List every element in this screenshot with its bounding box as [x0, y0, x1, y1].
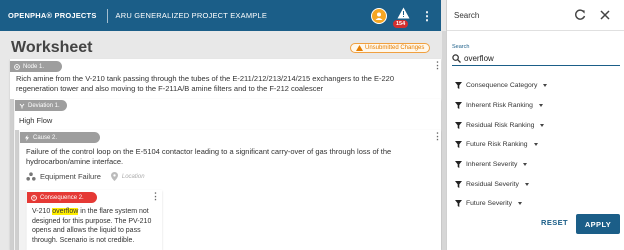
filter-icon	[455, 121, 462, 129]
chevron-down-icon	[538, 104, 543, 108]
filter-icon	[455, 200, 462, 208]
filter-label: Future Risk Ranking	[466, 141, 528, 149]
chevron-down-icon	[543, 84, 548, 88]
node-description: Rich amine from the V-210 tank passing t…	[16, 74, 395, 93]
user-icon	[375, 12, 383, 20]
consequence-text-start: V-210	[32, 208, 53, 215]
page-title: Worksheet	[11, 39, 93, 56]
alerts-count-badge: 154	[393, 19, 409, 28]
chevron-down-icon	[533, 143, 538, 147]
filter-dropdown[interactable]: Residual Severity	[455, 174, 615, 194]
deviation-description: High Flow	[19, 116, 53, 125]
refresh-icon[interactable]	[573, 8, 587, 22]
consequence-description: V-210 overflow in the flare system not d…	[32, 207, 160, 245]
filter-icon	[455, 82, 462, 90]
filter-icon	[455, 161, 462, 169]
lightning-icon	[25, 134, 29, 141]
filter-icon	[455, 180, 462, 188]
search-field-label: Search	[452, 44, 470, 50]
filter-label: Residual Severity	[466, 180, 519, 188]
unsubmitted-status-badge[interactable]: Unsubmitted Changes	[350, 43, 431, 53]
filter-icon	[455, 141, 462, 149]
cause-tag-label: Cause 2.	[33, 134, 58, 141]
cause-rail	[15, 130, 19, 250]
more-options-icon[interactable]: ⋮	[421, 10, 433, 22]
search-panel-header: Search	[447, 0, 624, 31]
filter-dropdown[interactable]: Future Severity	[455, 194, 615, 214]
consequence-tag-label: Consequence 2.	[40, 194, 84, 201]
chevron-down-icon	[524, 182, 529, 186]
warning-icon	[397, 7, 410, 18]
cause-menu-icon[interactable]: ⋮	[433, 132, 442, 141]
equipment-icon	[26, 172, 36, 181]
node-tag-label: Node 1.	[23, 63, 45, 70]
projects-link[interactable]: OPENPHA® PROJECTS	[8, 11, 97, 20]
close-icon[interactable]	[599, 9, 611, 21]
filter-dropdown[interactable]: Consequence Category	[455, 76, 615, 96]
deviation-tag-label: Deviation 1.	[28, 102, 60, 109]
deviation-tag: Deviation 1.	[15, 100, 67, 111]
filter-label: Consequence Category	[466, 82, 538, 90]
cause-description: Failure of the control loop on the E-510…	[26, 147, 392, 166]
chevron-down-icon	[540, 123, 545, 127]
reset-button[interactable]: RESET	[541, 218, 568, 227]
breadcrumb-divider	[106, 8, 108, 23]
status-text: Unsubmitted Changes	[365, 45, 425, 51]
location-pin-icon	[110, 172, 118, 181]
filter-icon	[455, 102, 462, 110]
top-bar-actions: 154 ⋮	[371, 0, 433, 31]
warning-icon	[356, 45, 363, 51]
search-input[interactable]: overflow	[452, 52, 620, 66]
filter-dropdown[interactable]: Inherent Risk Ranking	[455, 96, 615, 116]
filter-label: Residual Risk Ranking	[466, 121, 535, 129]
deviation-icon	[19, 103, 25, 108]
cause-tag: Cause 2.	[20, 132, 100, 143]
search-panel: Search Search overflow Consequence Categ…	[446, 0, 624, 250]
deviation-rail	[10, 99, 14, 250]
filter-list: Consequence Category Inherent Risk Rankin…	[455, 76, 615, 214]
alerts-button[interactable]: 154	[393, 5, 412, 28]
project-breadcrumb[interactable]: ARU GENERALIZED PROJECT EXAMPLE	[116, 11, 268, 20]
filter-label: Future Severity	[466, 200, 513, 208]
search-query[interactable]: overflow	[464, 54, 494, 63]
filter-dropdown[interactable]: Future Risk Ranking	[455, 135, 615, 155]
location-field[interactable]: Location	[122, 174, 145, 180]
filter-dropdown[interactable]: Residual Risk Ranking	[455, 115, 615, 135]
filter-label: Inherent Severity	[466, 161, 518, 169]
cause-meta: Equipment Failure Location	[26, 172, 145, 181]
user-avatar[interactable]	[371, 7, 387, 24]
top-bar: OPENPHA® PROJECTS ARU GENERALIZED PROJEC…	[0, 0, 441, 31]
chevron-down-icon	[523, 163, 528, 167]
consequence-rail	[20, 190, 26, 250]
filter-dropdown[interactable]: Inherent Severity	[455, 155, 615, 175]
consequence-tag: Consequence 2.	[27, 192, 97, 203]
consequence-menu-icon[interactable]: ⋮	[151, 192, 160, 201]
consequence-icon	[31, 194, 37, 201]
search-icon	[452, 54, 461, 63]
apply-button[interactable]: APPLY	[576, 214, 620, 234]
consequence-card[interactable]: Consequence 2. ⋮ V-210 overflow in the f…	[27, 190, 162, 250]
chevron-down-icon	[518, 202, 523, 206]
node-icon	[14, 63, 20, 70]
search-match-highlight: overflow	[52, 208, 79, 215]
cause-category[interactable]: Equipment Failure	[40, 172, 101, 181]
node-tag: Node 1.	[10, 61, 62, 72]
filter-label: Inherent Risk Ranking	[466, 102, 533, 110]
search-panel-title: Search	[454, 10, 480, 20]
node-menu-icon[interactable]: ⋮	[433, 61, 442, 70]
